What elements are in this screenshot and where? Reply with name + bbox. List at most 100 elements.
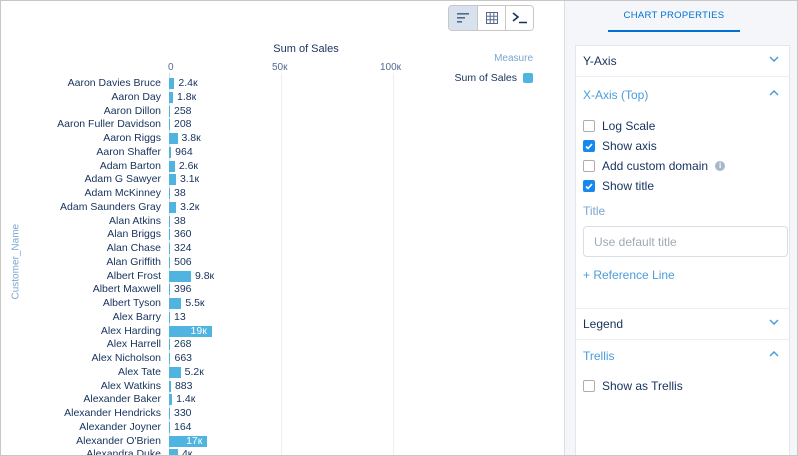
tab-chart-properties[interactable]: CHART PROPERTIES [608,1,740,32]
bar[interactable] [169,215,170,227]
bar[interactable] [169,188,170,199]
option-show-as-trellis[interactable]: Show as Trellis [583,378,683,394]
category-label: Alex Harding [100,324,161,337]
y-axis-title: Customer_Name [10,223,22,300]
bar[interactable] [169,449,178,455]
section-y-axis[interactable]: Y-Axis [576,46,789,77]
bar-row[interactable]: Albert Frost 9.8к [1,270,564,284]
bar-row[interactable]: Aaron Day 1.8к [1,91,564,105]
data-label: 3.1к [179,173,200,186]
section-trellis[interactable]: Trellis [576,341,789,371]
bar-row[interactable]: Adam Barton 2.6к [1,160,564,174]
bar[interactable] [169,311,170,323]
bar[interactable] [169,174,176,186]
option-label: Log Scale [602,119,656,133]
bar-row[interactable]: Alex Nicholson 663 [1,352,564,366]
bar-row[interactable]: Alexander Hendricks 330 [1,407,564,421]
checkbox[interactable] [583,160,595,172]
x-tick-label: 50к [272,62,288,73]
bar[interactable] [169,270,191,282]
table-view-button[interactable] [477,6,505,30]
bar-row[interactable]: Aaron Fuller Davidson 208 [1,118,564,132]
bar-row[interactable]: Aaron Dillon 258 [1,105,564,119]
section-legend[interactable]: Legend [576,308,789,340]
category-label: Alexander Hendricks [64,407,161,419]
bar-row[interactable]: Aaron Shaffer 964 [1,146,564,160]
terminal-icon [512,12,527,24]
bar[interactable] [169,408,170,419]
bar-row[interactable]: Alan Briggs 360 [1,228,564,242]
category-label: Alex Tate [118,365,161,378]
bar[interactable] [169,298,182,309]
checkbox[interactable] [583,120,595,132]
bar[interactable] [169,91,174,103]
info-icon[interactable]: i [715,161,726,171]
bar[interactable] [169,105,170,117]
bar[interactable] [169,78,175,89]
title-field-label: Title [583,204,606,218]
bar-row[interactable]: Alan Atkins 38 [1,215,564,229]
section-x-axis[interactable]: X-Axis (Top) [576,80,789,110]
bar-row[interactable]: Albert Tyson 5.5к [1,297,564,311]
bar-row[interactable]: Alex Barry 13 [1,311,564,325]
checkbox[interactable] [583,380,595,392]
bar-row[interactable]: Adam Saunders Gray 3.2к [1,201,564,215]
title-input[interactable] [583,226,788,257]
data-label: 4к [181,448,193,456]
bar[interactable] [169,339,170,351]
query-view-button[interactable] [505,6,533,30]
option-show-axis[interactable]: Show axis [583,138,657,154]
add-reference-line-link[interactable]: + Reference Line [583,268,675,282]
checkbox[interactable] [583,140,595,152]
section-label: Legend [583,317,624,331]
bar-row[interactable]: Alexander O'Brien 17к [1,435,564,449]
bar-row[interactable]: Aaron Riggs 3.8к [1,132,564,146]
bar[interactable] [169,146,172,158]
grid-icon [485,12,498,24]
category-label: Alex Barry [112,310,161,323]
bar-row[interactable]: Alexandra Duke 4к [1,448,564,456]
bar-row[interactable]: Alex Watkins 883 [1,380,564,394]
bar-row[interactable]: Alexander Joyner 164 [1,421,564,435]
bar-row[interactable]: Alex Tate 5.2к [1,366,564,380]
bar-row[interactable]: Alex Harrell 268 [1,338,564,352]
bar[interactable] [169,201,177,213]
data-label: 506 [174,255,192,268]
bar[interactable] [169,160,175,172]
category-label: Alexander O'Brien [76,434,161,447]
checkmark-icon [585,142,593,150]
category-label: Alex Harrell [106,338,161,351]
category-label: Adam Barton [99,159,161,172]
option-label: Add custom domain [602,159,709,173]
legend-swatch [523,73,533,83]
bar-row[interactable]: Alexander Baker 1.4к [1,393,564,407]
category-label: Alan Chase [106,242,161,254]
bar[interactable] [169,353,171,364]
data-label: 13 [174,310,186,323]
bar-row[interactable]: Alex Harding 19к [1,325,564,339]
bar[interactable] [169,243,170,254]
bar-row[interactable]: Adam McKinney 38 [1,187,564,201]
option-log-scale[interactable]: Log Scale [583,118,655,134]
bar[interactable] [169,256,171,268]
bar-row[interactable]: Alan Griffith 506 [1,256,564,270]
bar[interactable] [169,394,173,406]
bar[interactable] [169,421,170,433]
bar[interactable] [169,229,170,241]
bar-chart-view-button[interactable] [449,6,477,30]
bar[interactable] [169,366,181,378]
bar[interactable] [169,119,170,131]
bar[interactable] [169,284,170,296]
bar-row[interactable]: Albert Maxwell 396 [1,283,564,297]
bar[interactable] [169,133,178,144]
legend-item[interactable]: Sum of Sales [455,72,533,84]
bar[interactable] [169,380,171,392]
bar-row[interactable]: Alan Chase 324 [1,242,564,256]
category-label: Alan Griffith [106,255,161,268]
option-show-title[interactable]: Show title [583,178,654,194]
checkbox[interactable] [583,180,595,192]
data-label: 208 [174,118,192,131]
bar-row[interactable]: Adam G Sawyer 3.1к [1,173,564,187]
option-add-custom-domain[interactable]: Add custom domain i [583,158,726,174]
section-label: Y-Axis [583,54,617,68]
